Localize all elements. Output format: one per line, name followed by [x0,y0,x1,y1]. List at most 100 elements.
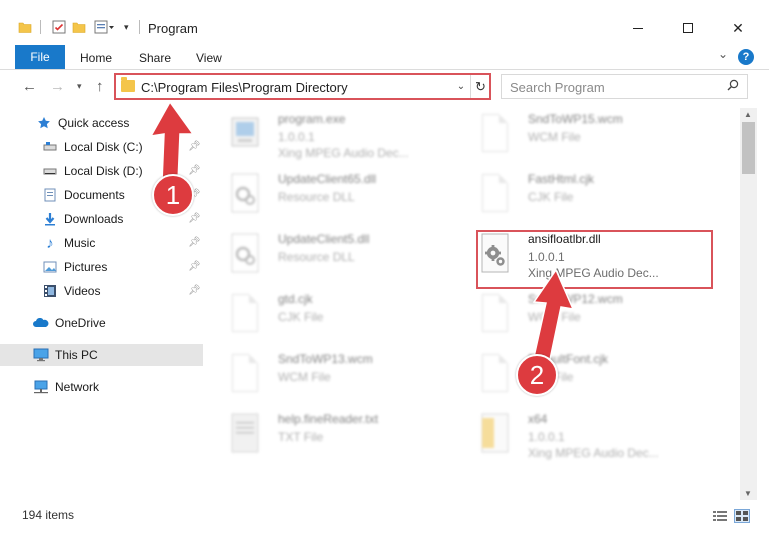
search-icon[interactable] [727,79,739,94]
file-item[interactable]: gtd.cjk CJK File [218,288,458,346]
separator [139,20,140,34]
onedrive-icon [33,315,49,331]
file-item[interactable]: DefaultFont.cjk CJK File [468,348,708,406]
tab-share[interactable]: Share [139,51,171,65]
annotation-number-2: 2 [516,354,558,396]
customize-icon[interactable] [94,20,116,37]
pin-icon[interactable]: 📌︎ [188,165,201,176]
new-folder-icon[interactable] [72,20,86,37]
navigation-bar: ← → ▾ ↑ C:\Program Files\Program Directo… [0,70,769,104]
file-description: Xing MPEG Audio Dec... [528,446,659,460]
file-name: help.fineReader.txt [278,412,379,426]
file-item[interactable]: FastHtml.cjk CJK File [468,168,708,226]
properties-icon[interactable] [52,20,66,37]
annotation-number-1: 1 [152,174,194,216]
file-type: WCM File [528,310,581,324]
file-description: Xing MPEG Audio Dec... [528,266,659,280]
maximize-icon [683,23,693,33]
address-bar[interactable]: C:\Program Files\Program Directory ⌄ ↻ [114,74,490,99]
file-type: Resource DLL [278,250,355,264]
file-item[interactable]: SndToWP12.wcm WCM File [468,288,708,346]
tab-view[interactable]: View [196,51,222,65]
sidebar-item-label: Local Disk (C:) [64,140,143,154]
search-box[interactable] [501,74,748,99]
file-name: program.exe [278,112,346,126]
tab-file[interactable]: File [15,45,65,69]
maximize-button[interactable] [668,16,708,40]
file-item[interactable]: UpdateClient5.dll Resource DLL [218,228,458,286]
forward-arrow-icon[interactable]: → [50,78,65,95]
pin-icon[interactable]: 📌︎ [188,261,201,272]
scroll-thumb[interactable] [742,122,755,174]
network-icon [33,379,49,395]
separator [40,20,41,34]
drive-icon [42,139,58,155]
title-bar: ▾ Program ✕ [0,0,769,40]
pin-icon[interactable]: 📌︎ [188,285,201,296]
computer-icon [33,347,49,363]
tiles-view-icon[interactable] [734,509,750,523]
file-item[interactable]: x64 1.0.0.1 Xing MPEG Audio Dec... [468,408,708,466]
file-name: SndToWP15.wcm [528,112,623,126]
sidebar-item-label: Videos [64,284,101,298]
file-item[interactable]: SndToWP15.wcm WCM File [468,108,708,166]
drive-icon [42,163,58,179]
refresh-icon[interactable]: ↻ [470,75,490,98]
sidebar-item-local-disk-c[interactable]: Local Disk (C:) 📌︎ [0,136,203,158]
sidebar-item-label: Music [64,236,96,250]
text-icon [228,412,262,456]
address-path[interactable]: C:\Program Files\Program Directory [141,80,348,95]
sidebar-item-onedrive[interactable]: OneDrive [0,312,203,334]
sidebar-item-network[interactable]: Network [0,376,203,398]
up-arrow-icon[interactable]: ↑ [96,78,104,95]
document-icon [478,172,512,216]
chevron-down-icon[interactable]: ⌄ [454,77,468,96]
tab-home[interactable]: Home [80,51,112,65]
downloads-icon [42,211,58,227]
folder-icon[interactable] [18,20,32,37]
sidebar-item-label: Pictures [64,260,108,274]
recent-dropdown-icon[interactable]: ▾ [77,81,82,92]
file-type: WCM File [528,130,581,144]
scroll-up-icon[interactable]: ▲ [744,110,752,119]
dll-gear-icon [478,232,512,276]
sidebar-item-videos[interactable]: Videos 📌︎ [0,280,203,302]
sidebar-item-this-pc[interactable]: This PC [0,344,203,366]
file-type: WCM File [278,370,331,384]
minimize-icon [633,27,643,29]
sidebar-item-label: Quick access [58,116,130,130]
file-type: CJK File [528,190,574,204]
videos-icon [42,283,58,299]
sidebar-item-label: Local Disk (D:) [64,164,143,178]
chevron-down-icon[interactable]: ▾ [124,22,129,33]
navigation-pane: Quick access Local Disk (C:) 📌︎ Local Di… [0,108,205,500]
chevron-down-icon[interactable]: ⌄ [718,47,728,61]
document-icon [478,292,512,336]
sidebar-item-pictures[interactable]: Pictures 📌︎ [0,256,203,278]
file-item[interactable]: help.fineReader.txt TXT File [218,408,458,466]
file-version: 1.0.0.1 [528,430,565,444]
file-name: UpdateClient65.dll [278,172,377,186]
folder-icon [121,77,135,92]
vertical-scrollbar[interactable]: ▲ ▼ [740,108,757,500]
file-item[interactable]: UpdateClient65.dll Resource DLL [218,168,458,226]
help-button[interactable]: ? [738,49,754,65]
exe-icon [228,112,262,156]
pin-icon[interactable]: 📌︎ [188,213,201,224]
document-icon [478,112,512,156]
pin-icon[interactable]: 📌︎ [188,237,201,248]
sidebar-item-music[interactable]: ♪ Music 📌︎ [0,232,203,254]
scroll-down-icon[interactable]: ▼ [744,489,752,498]
search-input[interactable] [510,79,710,95]
sidebar-item-quick-access[interactable]: Quick access [0,112,203,134]
file-item[interactable]: program.exe 1.0.0.1 Xing MPEG Audio Dec.… [218,108,458,166]
minimize-button[interactable] [618,16,658,40]
details-view-icon[interactable] [712,509,728,523]
pin-icon[interactable]: 📌︎ [188,141,201,152]
file-item[interactable]: SndToWP13.wcm WCM File [218,348,458,406]
file-item-highlighted[interactable]: ansifloatlbr.dll 1.0.0.1 Xing MPEG Audio… [468,228,708,286]
back-arrow-icon[interactable]: ← [22,78,37,95]
file-type: TXT File [278,430,324,444]
close-button[interactable]: ✕ [718,16,758,40]
file-version: 1.0.0.1 [278,130,315,144]
